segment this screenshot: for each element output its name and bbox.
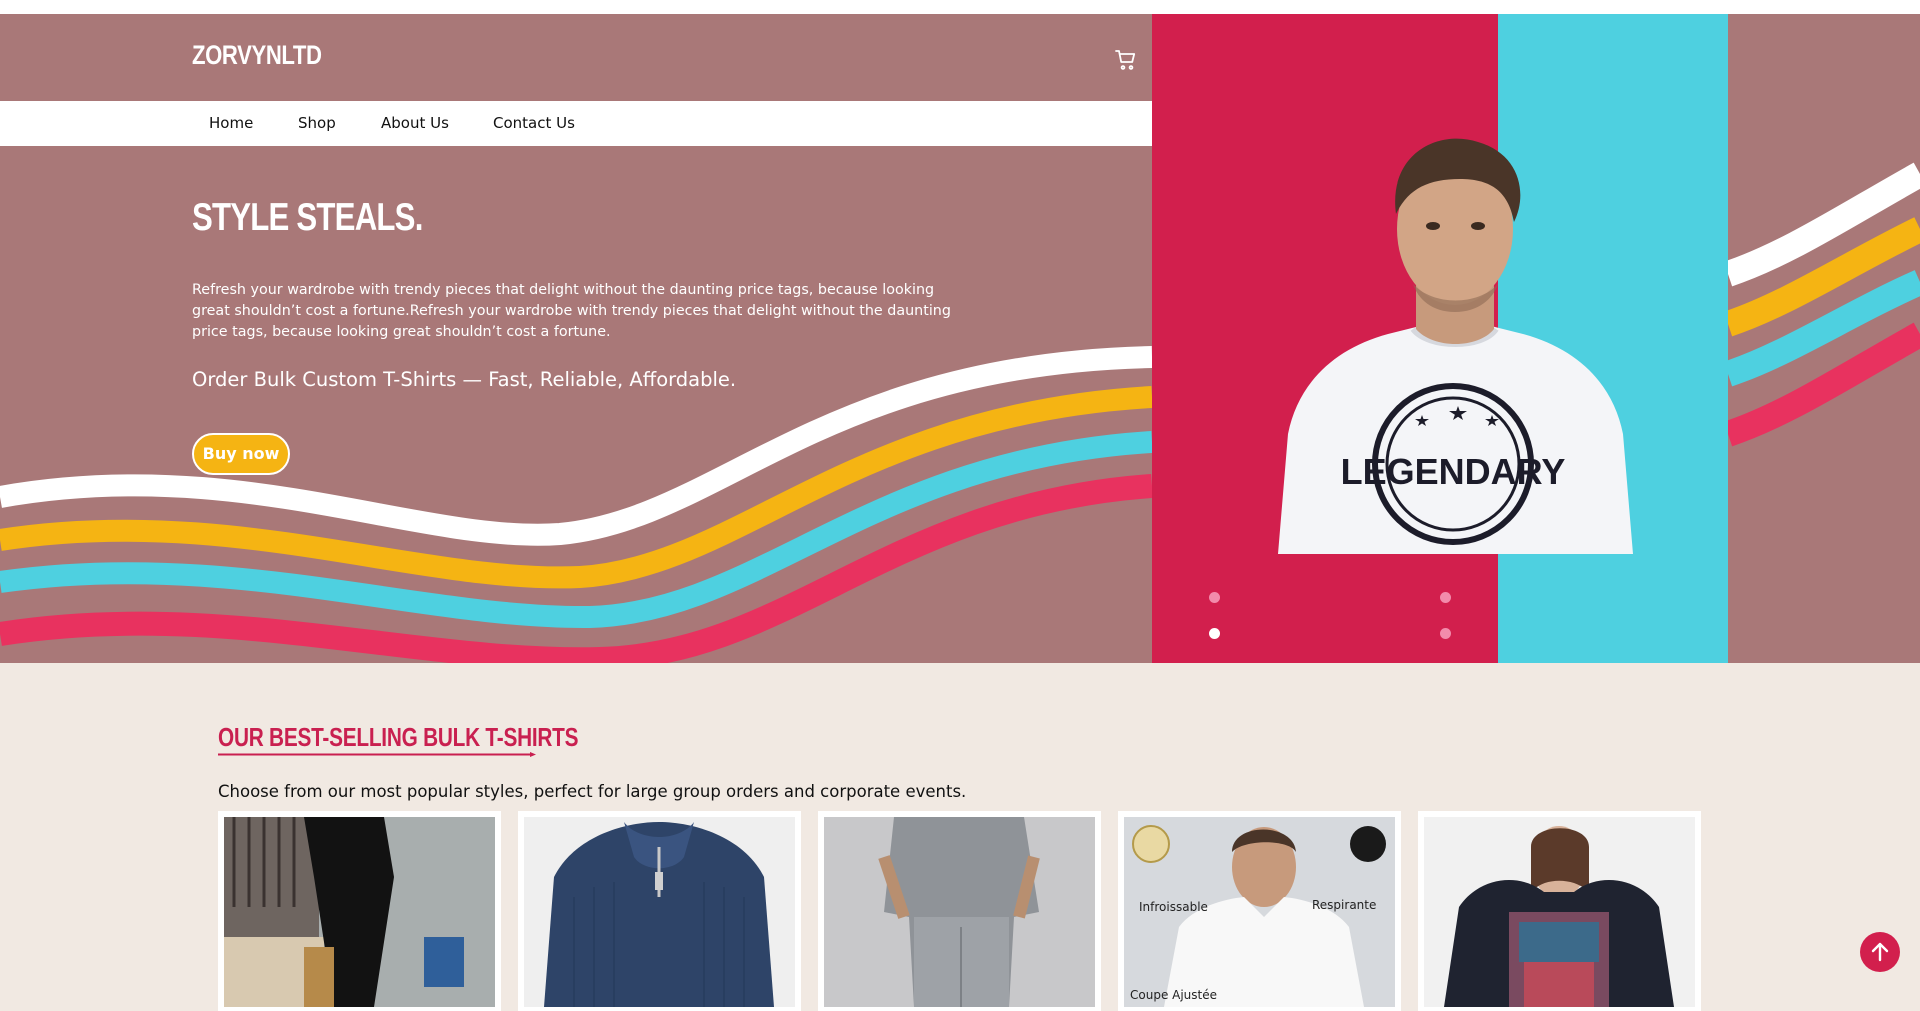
hero-section: ZORVYNLTD Home Shop About Us Contact Us … — [0, 14, 1920, 663]
site-header: ZORVYNLTD — [0, 14, 1152, 101]
main-nav: Home Shop About Us Contact Us — [0, 101, 1152, 146]
product-card-5[interactable] — [1418, 811, 1701, 1011]
svg-text:Respirante: Respirante — [1312, 898, 1376, 912]
buy-now-button[interactable]: Buy now — [192, 433, 290, 475]
product-image-jumpsuit — [224, 817, 495, 1007]
product-card-1[interactable] — [218, 811, 501, 1011]
slider-dot-3-active[interactable] — [1209, 628, 1220, 639]
svg-text:LEGENDARY: LEGENDARY — [1341, 451, 1566, 492]
slider-dot-2[interactable] — [1440, 592, 1451, 603]
product-card-3[interactable] — [818, 811, 1101, 1011]
nav-about-us[interactable]: About Us — [381, 101, 449, 146]
best-sellers-title: OUR BEST-SELLING BULK T-SHIRTS — [218, 722, 579, 752]
top-strip — [0, 0, 1920, 14]
best-sellers-description: Choose from our most popular styles, per… — [218, 782, 967, 801]
title-underline-decoration — [218, 752, 536, 757]
slider-dot-4[interactable] — [1440, 628, 1451, 639]
back-to-top-button[interactable] — [1860, 932, 1900, 972]
product-image-white-polo: Infroissable Respirante Coupe Ajustée — [1124, 817, 1395, 1007]
hero-description: Refresh your wardrobe with trendy pieces… — [192, 282, 951, 340]
svg-text:Infroissable: Infroissable — [1139, 900, 1208, 914]
model-tshirt-image: LEGENDARY — [1278, 138, 1633, 554]
brand-logo[interactable]: ZORVYNLTD — [192, 40, 322, 71]
product-image-quarter-zip — [524, 817, 795, 1007]
arrow-up-icon — [1871, 942, 1889, 962]
product-image-graphic-hoodie — [1424, 817, 1695, 1007]
hero-slider: LEGENDARY — [1152, 14, 1728, 663]
svg-text:Coupe Ajustée: Coupe Ajustée — [1130, 988, 1217, 1002]
product-image-grey-set — [824, 817, 1095, 1007]
product-card-2[interactable] — [518, 811, 801, 1011]
cart-icon[interactable] — [1114, 48, 1138, 72]
nav-shop[interactable]: Shop — [298, 101, 336, 146]
hero-waves-right-decoration — [1728, 162, 1920, 447]
product-card-4[interactable]: Infroissable Respirante Coupe Ajustée — [1118, 811, 1401, 1011]
slider-dot-1[interactable] — [1209, 592, 1220, 603]
nav-contact-us[interactable]: Contact Us — [493, 101, 575, 146]
hero-subtitle: Order Bulk Custom T-Shirts — Fast, Relia… — [192, 368, 737, 391]
hero-title: STYLE STEALS. — [192, 196, 423, 239]
nav-home[interactable]: Home — [209, 101, 253, 146]
